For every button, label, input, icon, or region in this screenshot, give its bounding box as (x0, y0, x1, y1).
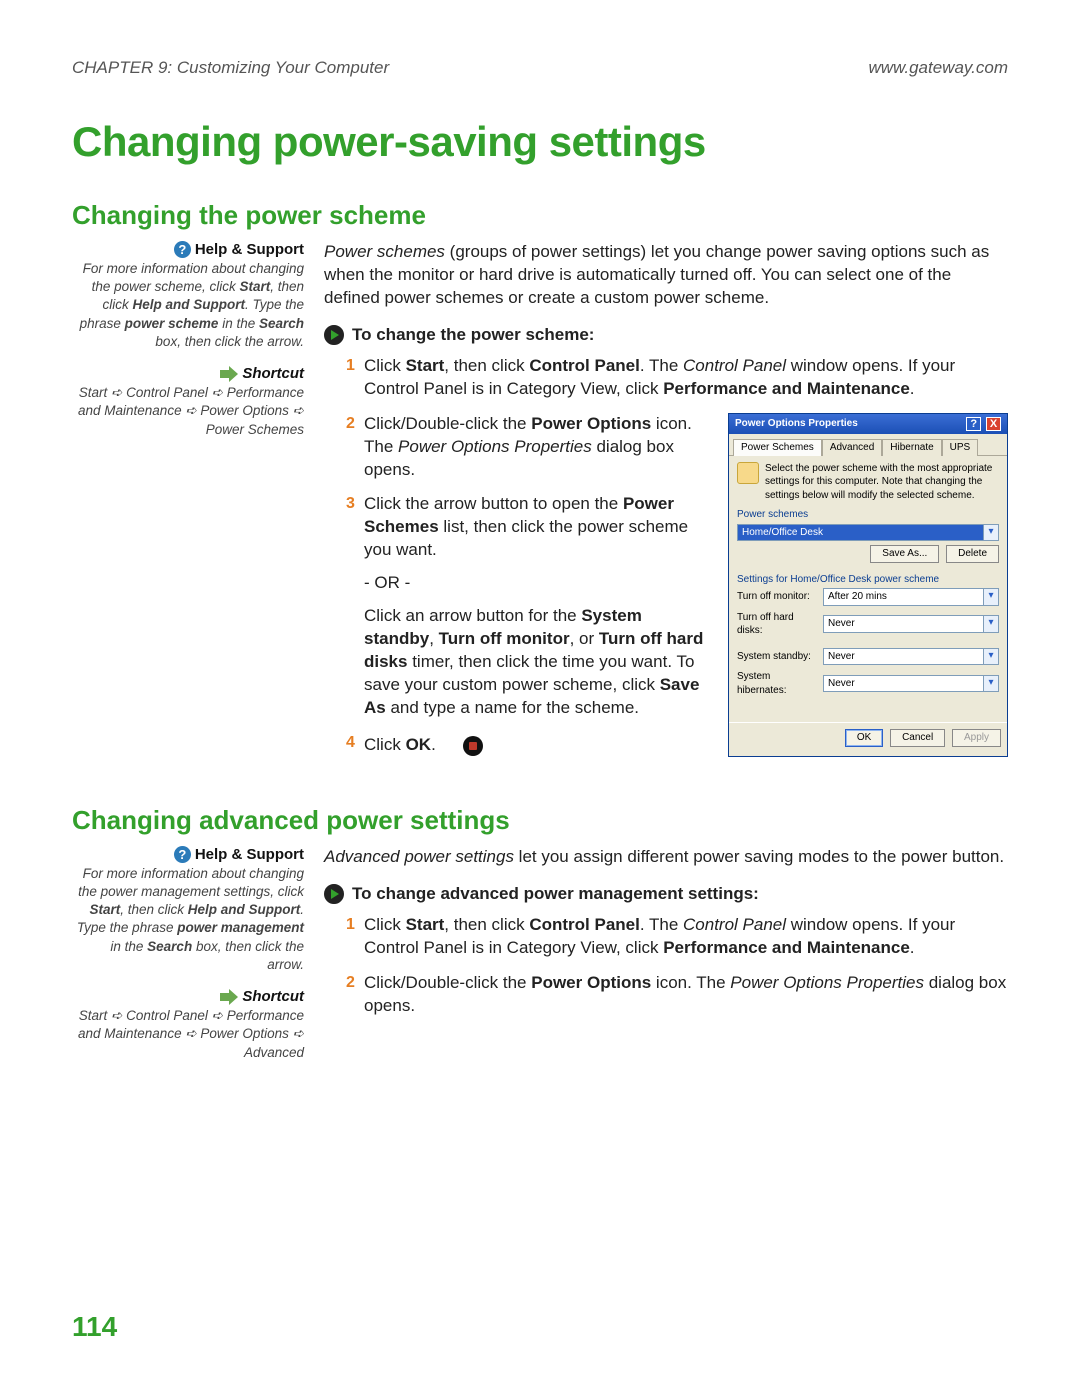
dialog-titlebar: Power Options Properties ? X (729, 414, 1007, 435)
shortcut-text: Start ➪ Control Panel ➪ Performance and … (72, 1007, 304, 1062)
help-support-label: Help & Support (195, 846, 304, 863)
or-divider: - OR - (364, 572, 714, 595)
tab-ups[interactable]: UPS (942, 439, 979, 456)
help-support-text: For more information about changing the … (72, 260, 304, 351)
section1-main: Power schemes (groups of power settings)… (324, 241, 1008, 769)
row-hibernate: System hibernates: Never▾ (737, 670, 999, 697)
section2-main: Advanced power settings let you assign d… (324, 846, 1008, 1062)
hibernate-dropdown[interactable]: Never▾ (823, 675, 999, 693)
tab-advanced[interactable]: Advanced (822, 439, 882, 456)
section2: ? Help & Support For more information ab… (72, 846, 1008, 1062)
scheme-icon (737, 462, 759, 484)
cancel-button[interactable]: Cancel (890, 729, 945, 747)
section2-sidebar: ? Help & Support For more information ab… (72, 846, 304, 1062)
help-support-label: Help & Support (195, 241, 304, 258)
question-icon: ? (174, 241, 191, 258)
page-title: Changing power-saving settings (72, 118, 1008, 166)
row-hard-disks: Turn off hard disks: Never▾ (737, 611, 999, 638)
tab-hibernate[interactable]: Hibernate (882, 439, 941, 456)
play-icon (324, 325, 344, 345)
save-as-button[interactable]: Save As... (870, 545, 939, 563)
play-icon (324, 884, 344, 904)
dialog-title: Power Options Properties (735, 417, 858, 431)
row-monitor: Turn off monitor: After 20 mins▾ (737, 588, 999, 606)
shortcut-row: Shortcut (72, 365, 304, 382)
dialog-tabs: Power Schemes Advanced Hibernate UPS (729, 434, 1007, 456)
step-1: 1 Click Start, then click Control Panel.… (346, 355, 1008, 401)
dialog-info-text: Select the power scheme with the most ap… (765, 462, 999, 503)
step-2: 2 Click/Double-click the Power Options i… (346, 972, 1008, 1018)
group-power-schemes: Power schemes (737, 508, 999, 522)
task1-header: To change the power scheme: (324, 324, 1008, 347)
scheme-dropdown[interactable]: Home/Office Desk ▾ (737, 524, 999, 542)
section2-intro: Advanced power settings let you assign d… (324, 846, 1008, 869)
stop-icon (463, 736, 483, 756)
section2-heading: Changing advanced power settings (72, 805, 1008, 836)
task2-steps: 1 Click Start, then click Control Panel.… (324, 914, 1008, 1018)
question-icon: ? (174, 846, 191, 863)
standby-dropdown[interactable]: Never▾ (823, 648, 999, 666)
help-support-row: ? Help & Support (72, 846, 304, 863)
delete-button[interactable]: Delete (946, 545, 999, 563)
chapter-label: CHAPTER 9: Customizing Your Computer (72, 58, 389, 78)
chevron-down-icon: ▾ (983, 525, 998, 541)
step-1: 1 Click Start, then click Control Panel.… (346, 914, 1008, 960)
chevron-down-icon: ▾ (983, 676, 998, 692)
dialog-footer: OK Cancel Apply (729, 722, 1007, 753)
page-header: CHAPTER 9: Customizing Your Computer www… (72, 58, 1008, 78)
shortcut-row: Shortcut (72, 988, 304, 1005)
dialog-body: Select the power scheme with the most ap… (729, 456, 1007, 723)
shortcut-label: Shortcut (242, 365, 304, 382)
hard-disks-dropdown[interactable]: Never▾ (823, 615, 999, 633)
chevron-down-icon: ▾ (983, 649, 998, 665)
tab-power-schemes[interactable]: Power Schemes (733, 439, 822, 456)
section1-intro: Power schemes (groups of power settings)… (324, 241, 1008, 310)
shortcut-label: Shortcut (242, 988, 304, 1005)
group-settings: Settings for Home/Office Desk power sche… (737, 573, 999, 587)
section1: ? Help & Support For more information ab… (72, 241, 1008, 769)
help-support-text: For more information about changing the … (72, 865, 304, 974)
section1-heading: Changing the power scheme (72, 200, 1008, 231)
close-button[interactable]: X (986, 417, 1001, 431)
task2-header: To change advanced power management sett… (324, 883, 1008, 906)
section1-sidebar: ? Help & Support For more information ab… (72, 241, 304, 769)
site-label: www.gateway.com (868, 58, 1008, 78)
task1-steps: 1 Click Start, then click Control Panel.… (324, 355, 1008, 757)
arrow-right-icon (220, 367, 238, 381)
row-standby: System standby: Never▾ (737, 648, 999, 666)
steps-2-4: 2 Click/Double-click the Power Options i… (346, 413, 1008, 757)
chevron-down-icon: ▾ (983, 589, 998, 605)
power-options-dialog: Power Options Properties ? X Power Schem… (728, 413, 1008, 757)
chevron-down-icon: ▾ (983, 616, 998, 632)
ok-button[interactable]: OK (845, 729, 883, 747)
arrow-right-icon (220, 990, 238, 1004)
page-number: 114 (72, 1311, 117, 1343)
monitor-dropdown[interactable]: After 20 mins▾ (823, 588, 999, 606)
help-button[interactable]: ? (966, 417, 981, 431)
apply-button[interactable]: Apply (952, 729, 1001, 747)
shortcut-text: Start ➪ Control Panel ➪ Performance and … (72, 384, 304, 439)
help-support-row: ? Help & Support (72, 241, 304, 258)
